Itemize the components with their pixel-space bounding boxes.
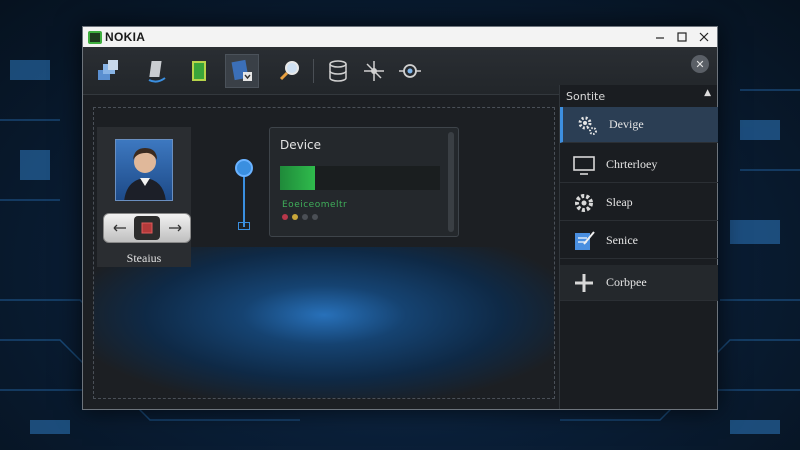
app-window: NOKIA ✕ Steaius Device Eoeiceomeltr Sont… — [82, 26, 718, 410]
sidebar-item-label: Chrterloey — [606, 157, 658, 171]
monitor-icon — [570, 153, 598, 177]
status-dot-gray — [312, 214, 318, 220]
sidebar-item-chrterloey[interactable]: Chrterloey — [560, 147, 718, 183]
sidebar-item-label: Sleap — [606, 195, 633, 209]
maximize-button[interactable] — [671, 27, 693, 47]
slider-track[interactable] — [243, 173, 245, 227]
status-dot-red — [282, 214, 288, 220]
network-nodes-icon[interactable] — [357, 54, 391, 88]
slider-handle[interactable] — [235, 159, 253, 177]
media-stop-button[interactable] — [134, 216, 160, 240]
sidebar-item-label: Corbpee — [606, 275, 647, 289]
panel-close-button[interactable]: ✕ — [691, 55, 709, 73]
device-progress-fill — [280, 166, 316, 190]
avatar[interactable] — [115, 139, 173, 201]
app-logo-icon — [88, 30, 102, 44]
magnifier-icon[interactable] — [273, 54, 307, 88]
eye-orbit-icon[interactable] — [393, 54, 427, 88]
toolbar-separator — [313, 59, 314, 83]
green-cube-icon[interactable] — [183, 54, 217, 88]
device-scrollbar[interactable] — [448, 132, 454, 232]
media-controls — [103, 213, 191, 243]
app-title: NOKIA — [105, 30, 146, 44]
device-status-dots — [282, 214, 318, 220]
server-stack-icon[interactable] — [91, 54, 125, 88]
device-title: Device — [280, 138, 322, 152]
document-download-icon[interactable] — [225, 54, 259, 88]
sidebar: Sontite ▲ Devige Chrterloey Sleap Senice… — [559, 85, 718, 409]
device-subtitle: Eoeiceomeltr — [282, 200, 348, 210]
sidebar-item-senice[interactable]: Senice — [560, 223, 718, 259]
sidebar-item-label: Senice — [606, 233, 638, 247]
sidebar-header-label: Sontite — [566, 89, 606, 103]
gear-icon — [570, 191, 598, 215]
device-panel: Device Eoeiceomeltr — [269, 127, 459, 237]
sidebar-item-corbpee[interactable]: Corbpee — [560, 265, 718, 301]
profile-label: Steaius — [126, 251, 162, 265]
sidebar-item-label: Devige — [609, 117, 644, 131]
close-button[interactable] — [693, 27, 715, 47]
minimize-button[interactable] — [649, 27, 671, 47]
monitor-arrow-icon[interactable] — [141, 54, 175, 88]
media-next-button[interactable] — [162, 218, 188, 238]
circuit-floor-graphic — [94, 247, 554, 398]
sidebar-item-sleap[interactable]: Sleap — [560, 185, 718, 221]
sidebar-header[interactable]: Sontite — [560, 85, 717, 107]
status-dot-gray — [302, 214, 308, 220]
media-prev-button[interactable] — [107, 218, 133, 238]
gear-cluster-icon — [573, 113, 601, 137]
database-icon[interactable] — [321, 54, 355, 88]
title-bar[interactable]: NOKIA — [83, 27, 717, 47]
plus-icon — [570, 271, 598, 295]
device-progress-bar — [280, 166, 440, 190]
slider-base — [238, 222, 250, 230]
caret-up-icon[interactable]: ▲ — [704, 88, 711, 98]
notepad-edit-icon — [570, 229, 598, 253]
sidebar-item-devige[interactable]: Devige — [560, 107, 718, 143]
status-dot-yellow — [292, 214, 298, 220]
